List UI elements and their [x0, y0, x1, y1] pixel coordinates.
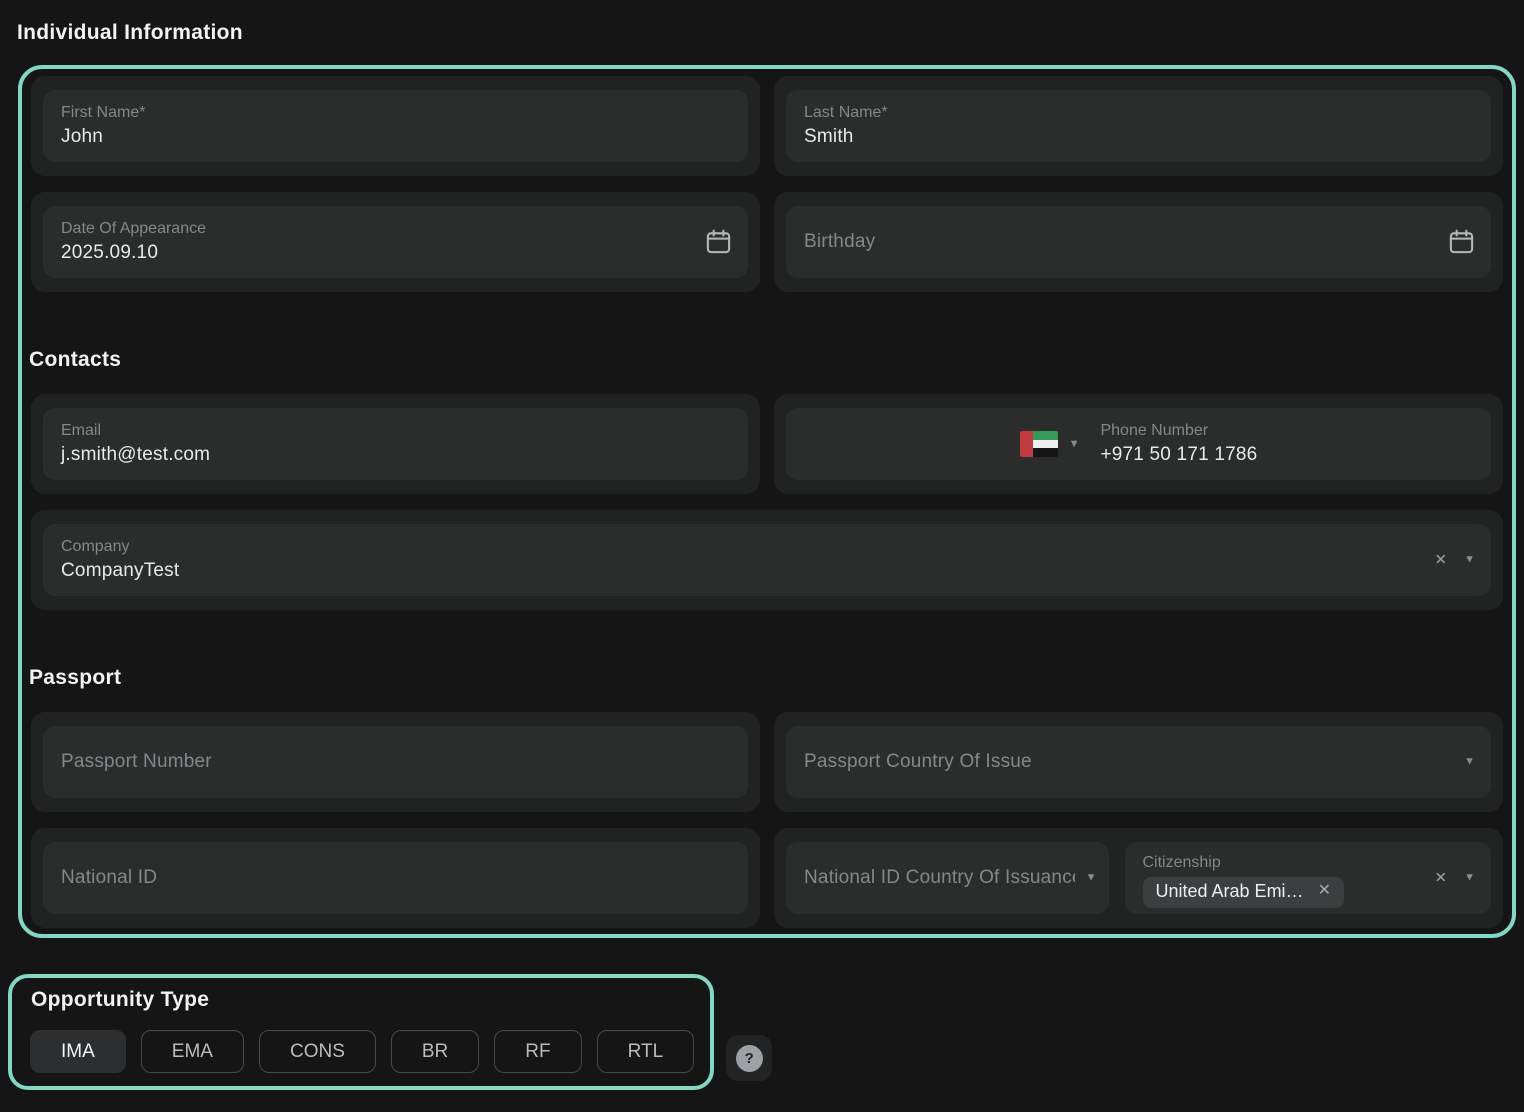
company-row: Company CompanyTest ✕ ▼ [31, 510, 1503, 610]
passport-country-field[interactable]: Passport Country Of Issue ▼ [786, 726, 1491, 798]
date-of-appearance-strip: Date Of Appearance 2025.09.10 [31, 192, 760, 292]
first-name-label: First Name* [61, 102, 730, 124]
last-name-value: Smith [804, 124, 1473, 151]
citizenship-chip-value: United Arab Emi… [1156, 881, 1304, 902]
national-id-placeholder: National ID [61, 867, 730, 889]
opportunity-option-ima[interactable]: IMA [30, 1030, 126, 1073]
national-id-country-placeholder: National ID Country Of Issuance [804, 867, 1075, 889]
clear-icon[interactable]: ✕ [1435, 553, 1448, 568]
individual-information-panel: First Name* John Last Name* Smith Date O… [18, 65, 1516, 938]
contacts-row: Email j.smith@test.com ▼ Phone Number [31, 394, 1503, 494]
last-name-strip: Last Name* Smith [774, 76, 1503, 176]
birthday-placeholder: Birthday [804, 231, 1473, 253]
last-name-field[interactable]: Last Name* Smith [786, 90, 1491, 162]
date-of-appearance-field[interactable]: Date Of Appearance 2025.09.10 [43, 206, 748, 278]
citizenship-controls: ✕ ▼ [1435, 871, 1475, 886]
calendar-icon[interactable] [1447, 228, 1476, 257]
company-field[interactable]: Company CompanyTest ✕ ▼ [43, 524, 1491, 596]
phone-strip: ▼ Phone Number +971 50 171 1786 [774, 394, 1503, 494]
opportunity-option-cons[interactable]: CONS [259, 1030, 376, 1073]
passport-country-controls: ▼ [1464, 757, 1475, 768]
company-controls: ✕ ▼ [1435, 553, 1475, 568]
company-label: Company [61, 536, 1473, 558]
passport-number-field[interactable]: Passport Number [43, 726, 748, 798]
first-name-value: John [61, 124, 730, 151]
email-value: j.smith@test.com [61, 442, 730, 469]
national-id-strip: National ID [31, 828, 760, 928]
phone-field[interactable]: ▼ Phone Number +971 50 171 1786 [786, 408, 1491, 480]
email-strip: Email j.smith@test.com [31, 394, 760, 494]
chip-remove-icon[interactable]: ✕ [1318, 883, 1331, 899]
opportunity-option-rtl[interactable]: RTL [597, 1030, 695, 1073]
first-name-strip: First Name* John [31, 76, 760, 176]
calendar-icon[interactable] [704, 228, 733, 257]
chevron-down-icon[interactable]: ▼ [1464, 873, 1475, 884]
passport-country-strip: Passport Country Of Issue ▼ [774, 712, 1503, 812]
citizenship-field[interactable]: Citizenship United Arab Emi… ✕ ✕ ▼ [1125, 842, 1492, 914]
phone-label: Phone Number [1100, 420, 1257, 442]
clear-icon[interactable]: ✕ [1435, 871, 1448, 886]
opportunity-option-ema[interactable]: EMA [141, 1030, 244, 1073]
last-name-label: Last Name* [804, 102, 1473, 124]
uae-flag-icon [1020, 431, 1058, 457]
chevron-down-icon[interactable]: ▼ [1464, 555, 1475, 566]
opportunity-option-rf[interactable]: RF [494, 1030, 581, 1073]
passport-country-placeholder: Passport Country Of Issue [804, 751, 1473, 773]
date-of-appearance-value: 2025.09.10 [61, 240, 730, 267]
passport-heading: Passport [29, 666, 1503, 690]
contacts-heading: Contacts [29, 348, 1503, 372]
help-button[interactable]: ? [726, 1035, 772, 1081]
passport-number-strip: Passport Number [31, 712, 760, 812]
national-id-row: National ID National ID Country Of Issua… [31, 828, 1503, 928]
opportunity-option-br[interactable]: BR [391, 1030, 479, 1073]
birthday-strip: Birthday [774, 192, 1503, 292]
citizenship-label: Citizenship [1143, 852, 1414, 874]
company-value: CompanyTest [61, 558, 1473, 585]
name-row: First Name* John Last Name* Smith [31, 76, 1503, 176]
help-icon: ? [736, 1045, 763, 1072]
opportunity-type-panel: Opportunity Type IMA EMA CONS BR RF RTL [8, 974, 714, 1090]
country-code-selector[interactable]: ▼ [1020, 431, 1080, 457]
phone-text: Phone Number +971 50 171 1786 [1100, 420, 1257, 468]
opportunity-type-heading: Opportunity Type [31, 988, 694, 1012]
email-field[interactable]: Email j.smith@test.com [43, 408, 748, 480]
dates-row: Date Of Appearance 2025.09.10 Birthday [31, 192, 1503, 292]
national-id-field[interactable]: National ID [43, 842, 748, 914]
national-id-country-field[interactable]: National ID Country Of Issuance ▼ [786, 842, 1109, 914]
passport-row: Passport Number Passport Country Of Issu… [31, 712, 1503, 812]
first-name-field[interactable]: First Name* John [43, 90, 748, 162]
passport-number-placeholder: Passport Number [61, 751, 730, 773]
phone-value: +971 50 171 1786 [1100, 442, 1257, 469]
birthday-field[interactable]: Birthday [786, 206, 1491, 278]
opportunity-type-section: Opportunity Type IMA EMA CONS BR RF RTL … [8, 974, 1524, 1090]
citizenship-chip[interactable]: United Arab Emi… ✕ [1143, 877, 1344, 908]
email-label: Email [61, 420, 730, 442]
national-id-country-controls: ▼ [1086, 873, 1097, 884]
chevron-down-icon[interactable]: ▼ [1086, 873, 1097, 884]
opportunity-type-options: IMA EMA CONS BR RF RTL [30, 1030, 694, 1073]
page-title: Individual Information [0, 0, 1524, 45]
national-id-country-citizenship-strip: National ID Country Of Issuance ▼ Citize… [774, 828, 1503, 928]
chevron-down-icon[interactable]: ▼ [1464, 757, 1475, 768]
chevron-down-icon: ▼ [1069, 439, 1080, 450]
date-of-appearance-label: Date Of Appearance [61, 218, 730, 240]
individual-information-page: Individual Information First Name* John … [0, 0, 1524, 1112]
company-strip: Company CompanyTest ✕ ▼ [31, 510, 1503, 610]
